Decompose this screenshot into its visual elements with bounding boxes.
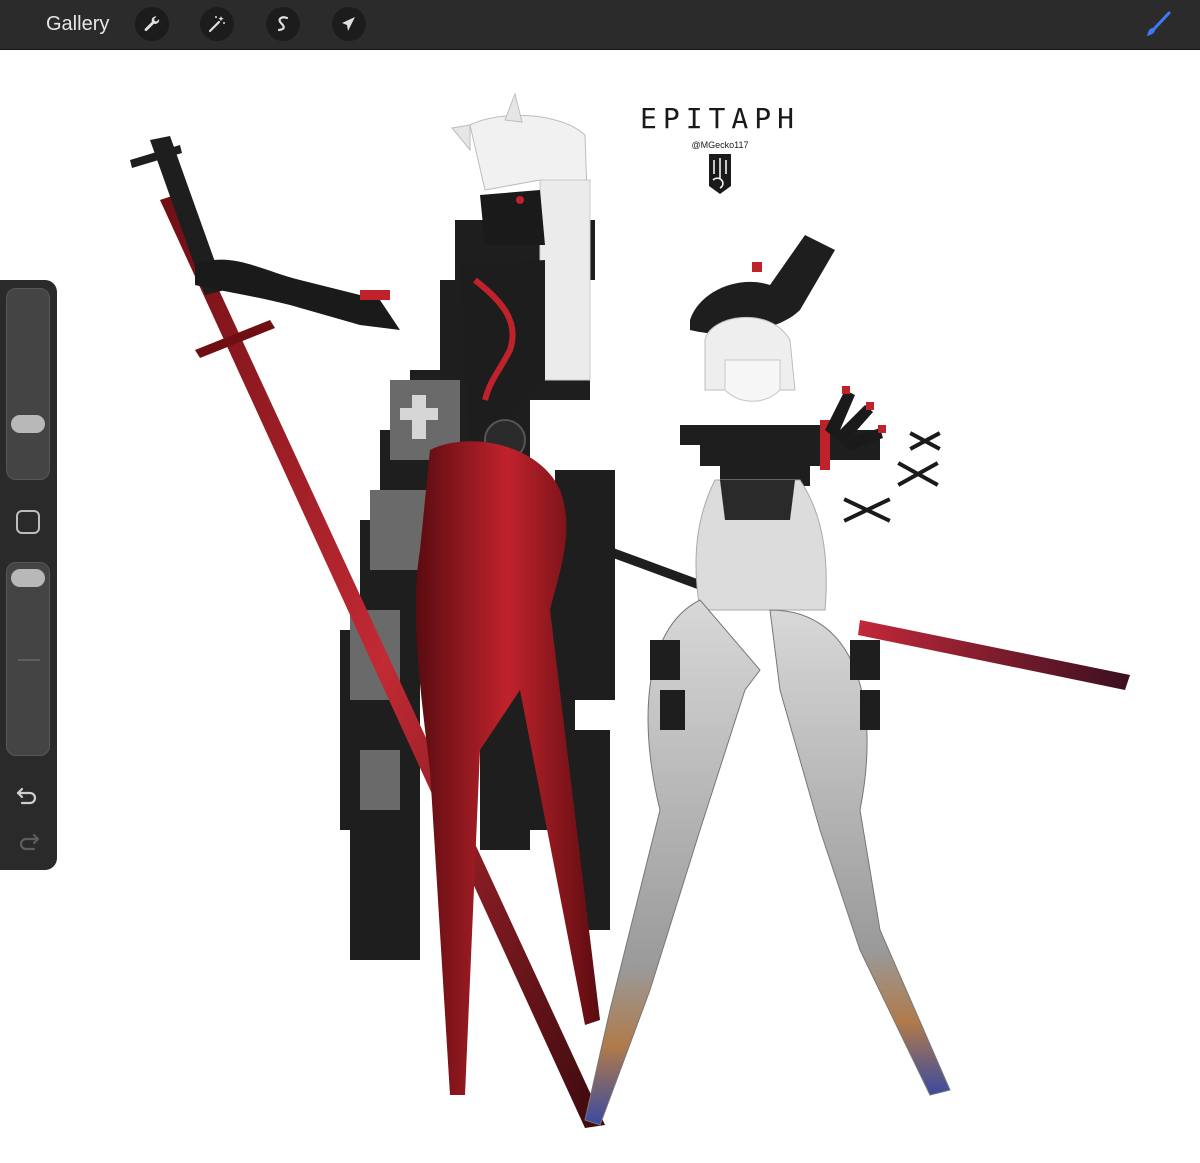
artwork-signature: EPITAPH @MGecko117	[640, 102, 800, 194]
artwork-illustration: EPITAPH @MGecko117	[130, 92, 1130, 1128]
artwork-title: EPITAPH	[640, 102, 800, 135]
adjustments-button[interactable]	[200, 7, 234, 41]
artwork-handle: @MGecko117	[692, 140, 749, 150]
top-toolbar: Gallery	[0, 0, 1200, 50]
wrench-icon	[144, 16, 160, 32]
brush-tool-button[interactable]	[1140, 8, 1174, 42]
magic-wand-icon	[208, 16, 225, 33]
brush-icon	[1147, 11, 1171, 36]
drawing-canvas[interactable]: EPITAPH @MGecko117	[0, 50, 1200, 1163]
gallery-button[interactable]: Gallery	[46, 12, 109, 36]
selection-button[interactable]	[266, 7, 300, 41]
right-figure	[584, 235, 1130, 1126]
arrow-cursor-icon	[342, 17, 355, 31]
transform-button[interactable]	[332, 7, 366, 41]
selection-s-icon	[277, 16, 289, 32]
actions-button[interactable]	[135, 7, 169, 41]
left-figure	[130, 92, 615, 1128]
